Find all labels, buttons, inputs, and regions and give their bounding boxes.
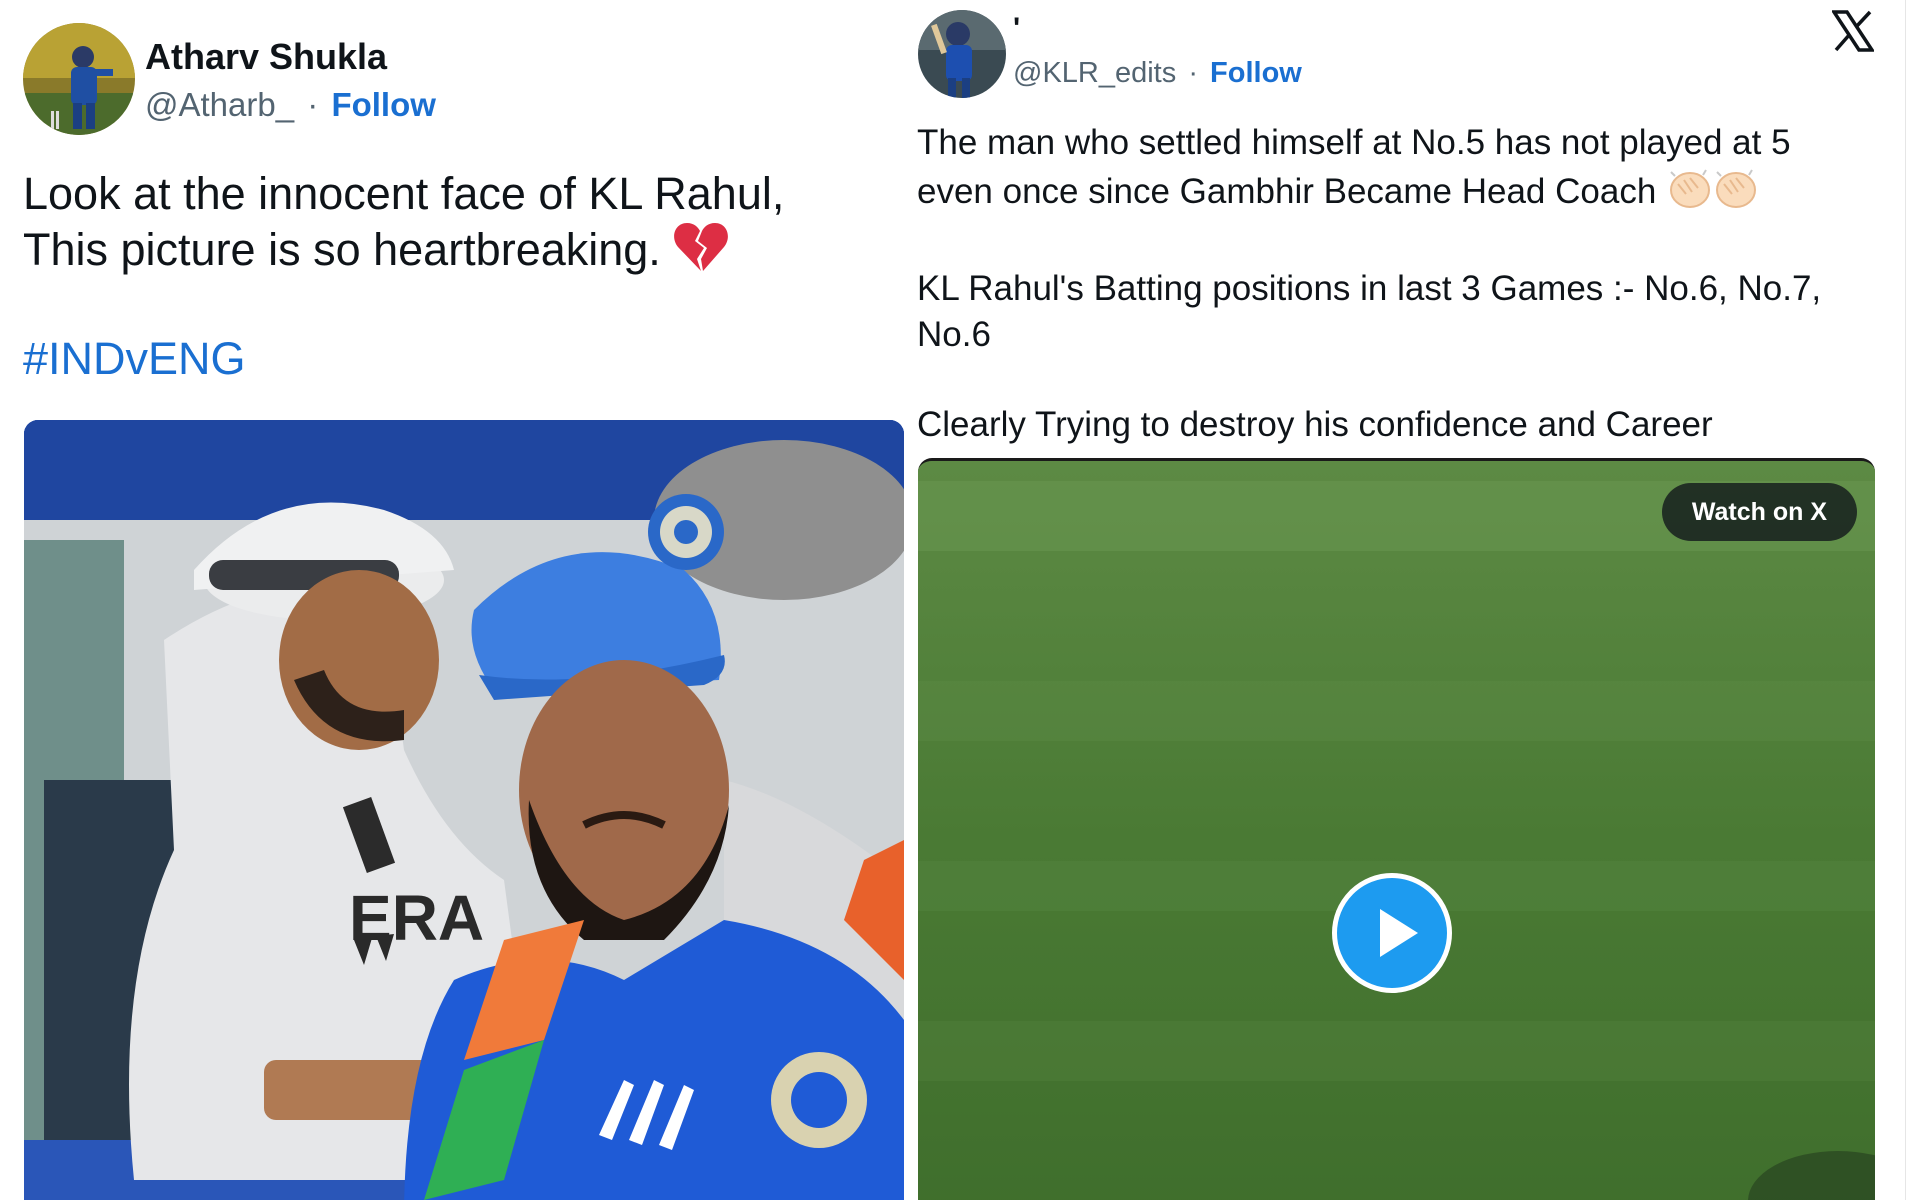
watch-on-x-button[interactable]: Watch on X: [1661, 483, 1857, 541]
author-handle[interactable]: @KLR_edits: [1013, 57, 1176, 89]
author-name[interactable]: Atharv Shukla: [145, 36, 387, 78]
tweet-video[interactable]: Watch on X: [918, 458, 1875, 1200]
follow-button[interactable]: Follow: [1210, 57, 1302, 89]
tweet-paragraph-1-content: The man who settled himself at No.5 has …: [917, 123, 1791, 211]
tweet-text: Look at the innocent face of KL Rahul, T…: [23, 166, 903, 386]
embedded-tweets-page: Atharv Shukla @Atharb_ · Follow Look at …: [0, 0, 1920, 1200]
tweet-paragraph-3: Clearly Trying to destroy his confidence…: [917, 405, 1713, 444]
tweet-klr-edits: ' @KLR_edits · Follow The man who settle…: [915, 0, 1905, 1200]
tweet-paragraph-1: The man who settled himself at No.5 has …: [917, 120, 1857, 221]
tweet-text-line-2: This picture is so heartbreaking.: [23, 221, 903, 285]
author-handle[interactable]: @Atharb_: [145, 86, 294, 123]
hashtag-link[interactable]: #INDvENG: [23, 331, 903, 386]
follow-button[interactable]: Follow: [331, 86, 435, 123]
tweet-paragraph-2: KL Rahul's Batting positions in last 3 G…: [917, 269, 1822, 354]
broken-heart-icon: [673, 221, 729, 285]
avatar[interactable]: [23, 23, 135, 135]
separator: ·: [307, 86, 319, 123]
tweet-text-line-1: Look at the innocent face of KL Rahul,: [23, 168, 785, 219]
separator: ·: [1188, 57, 1198, 89]
author-handle-line: @Atharb_ · Follow: [145, 86, 436, 124]
author-handle-line: @KLR_edits · Follow: [1013, 57, 1302, 90]
avatar[interactable]: [918, 10, 1006, 98]
clapping-hands-icon: [1666, 166, 1764, 222]
author-name[interactable]: ': [1013, 12, 1020, 46]
page-edge-divider: [1905, 0, 1906, 1200]
tweet-text: The man who settled himself at No.5 has …: [917, 120, 1857, 448]
play-icon: [1380, 909, 1418, 957]
play-button[interactable]: [1332, 873, 1452, 993]
video-thumbnail: [918, 461, 1875, 1200]
x-logo-icon[interactable]: [1830, 10, 1876, 52]
photo-illustration: ERA: [24, 420, 904, 1200]
tweet-text-line-2-content: This picture is so heartbreaking.: [23, 224, 661, 276]
tweet-atharb: Atharv Shukla @Atharb_ · Follow Look at …: [0, 0, 915, 1200]
tweet-photo[interactable]: ERA: [24, 420, 904, 1200]
